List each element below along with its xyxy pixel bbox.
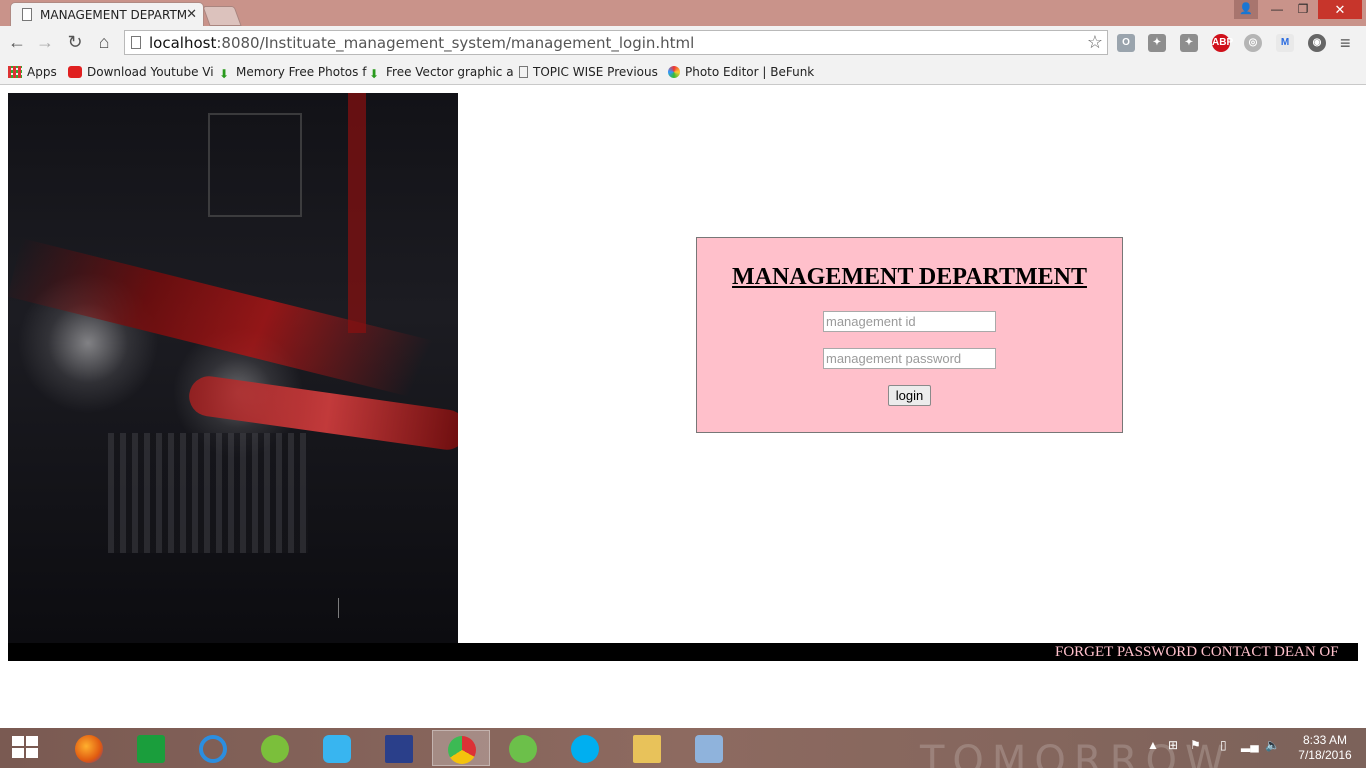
login-heading: MANAGEMENT DEPARTMENT <box>732 264 1087 290</box>
skype-icon <box>571 735 599 763</box>
back-icon[interactable]: ← <box>6 31 28 53</box>
clock-date: 7/18/2016 <box>1298 748 1352 762</box>
apps-grid-icon <box>8 66 22 78</box>
tab-title: MANAGEMENT DEPARTMENT <box>40 8 186 22</box>
circle-extension-icon[interactable]: ◎ <box>1244 34 1262 52</box>
url-text: localhost:8080/Instituate_management_sys… <box>149 34 695 52</box>
taskbar-utorrent[interactable] <box>494 730 552 766</box>
taskbar-file-explorer[interactable] <box>618 730 676 766</box>
page-info-icon[interactable] <box>131 36 141 49</box>
internet-explorer-icon <box>199 735 227 763</box>
utorrent-icon <box>509 735 537 763</box>
close-window-button[interactable]: ✕ <box>1318 0 1362 19</box>
login-button[interactable]: login <box>888 385 931 406</box>
browser-titlebar: MANAGEMENT DEPARTMENT ✕ 👤 — ❐ ✕ <box>0 0 1366 27</box>
windows-tray-icon[interactable]: ⊞ <box>1168 738 1178 752</box>
puzzle-extension-icon-2[interactable]: ✦ <box>1180 34 1198 52</box>
download-arrow-icon: ⬇ <box>369 67 380 81</box>
bookmark-topic-wise[interactable]: TOPIC WISE Previous <box>519 63 658 81</box>
management-password-input[interactable] <box>823 348 996 369</box>
login-form: MANAGEMENT DEPARTMENT login <box>696 237 1123 433</box>
clock-time: 8:33 AM <box>1302 733 1348 747</box>
volume-icon[interactable]: 🔈 <box>1265 738 1280 752</box>
taskbar-chrome[interactable] <box>432 730 490 766</box>
taskbar-internet-explorer[interactable] <box>184 730 242 766</box>
forward-icon[interactable]: → <box>34 31 56 53</box>
network-icon[interactable]: ▂▄ <box>1241 738 1259 752</box>
restore-button[interactable]: ❐ <box>1290 0 1316 19</box>
android-studio-icon <box>261 735 289 763</box>
battery-icon[interactable]: ▯ <box>1220 738 1227 752</box>
chrome-menu-icon[interactable]: ≡ <box>1340 33 1356 54</box>
youtube-icon <box>68 66 82 78</box>
address-bar[interactable]: localhost:8080/Instituate_management_sys… <box>124 30 1108 55</box>
taskbar-firefox[interactable] <box>60 730 118 766</box>
reload-icon[interactable]: ↻ <box>64 31 86 53</box>
home-icon[interactable]: ⌂ <box>93 31 115 53</box>
bookmark-befunky[interactable]: Photo Editor | BeFunk <box>668 63 814 81</box>
bookmark-memory-free-photos[interactable]: ⬇ Memory Free Photos f <box>219 63 366 81</box>
taskbar-android-studio[interactable] <box>246 730 304 766</box>
shareit-icon <box>323 735 351 763</box>
download-arrow-icon: ⬇ <box>219 67 230 81</box>
adblock-plus-icon[interactable]: ABP <box>1212 34 1233 52</box>
page-icon <box>22 8 32 21</box>
bookmark-apps[interactable]: Apps <box>8 63 57 81</box>
new-tab-button[interactable] <box>202 6 242 26</box>
puzzle-extension-icon[interactable]: ✦ <box>1148 34 1166 52</box>
taskbar-devcpp[interactable] <box>370 730 428 766</box>
minimize-button[interactable]: — <box>1264 0 1290 19</box>
taskbar-store[interactable] <box>122 730 180 766</box>
close-tab-icon[interactable]: ✕ <box>186 6 197 22</box>
bookmarks-bar: Apps Download Youtube Vi ⬇ Memory Free Ph… <box>0 60 1366 85</box>
windows-taskbar: TOMORROW ▲ ⊞ ⚑ ▯ ▂▄ 🔈 8:33 AM 7/18/2016 <box>0 728 1366 784</box>
bookmark-star-icon[interactable]: ☆ <box>1087 32 1103 53</box>
wallpaper-text: TOMORROW <box>920 738 1233 784</box>
show-hidden-icons[interactable]: ▲ <box>1147 738 1159 752</box>
action-center-flag-icon[interactable]: ⚑ <box>1190 738 1201 752</box>
taskbar-shareit[interactable] <box>308 730 366 766</box>
taskbar-skype[interactable] <box>556 730 614 766</box>
bookmark-youtube[interactable]: Download Youtube Vi <box>68 63 214 81</box>
forget-password-marquee: FORGET PASSWORD CONTACT DEAN OF <box>1055 644 1339 660</box>
gmail-icon[interactable]: M <box>1276 34 1294 52</box>
browser-tab[interactable]: MANAGEMENT DEPARTMENT ✕ <box>10 2 204 27</box>
store-icon <box>137 735 165 763</box>
browser-toolbar: ← → ↻ ⌂ localhost:8080/Instituate_manage… <box>0 26 1366 60</box>
office-extension-icon[interactable]: O <box>1117 34 1135 52</box>
film-reel-icon[interactable]: ◉ <box>1308 34 1326 52</box>
bookmark-free-vector[interactable]: ⬇ Free Vector graphic a <box>369 63 514 81</box>
management-id-input[interactable] <box>823 311 996 332</box>
firefox-icon <box>75 735 103 763</box>
befunky-icon <box>668 66 680 78</box>
virtualbox-icon <box>695 735 723 763</box>
start-button[interactable] <box>12 736 40 760</box>
page-content: MANAGEMENT DEPARTMENT login FORGET PASSW… <box>0 85 1366 728</box>
taskbar-virtualbox[interactable] <box>680 730 738 766</box>
chrome-icon <box>448 736 476 764</box>
user-profile-icon[interactable]: 👤 <box>1234 0 1258 19</box>
system-clock[interactable]: 8:33 AM 7/18/2016 <box>1290 733 1360 763</box>
devcpp-icon <box>385 735 413 763</box>
folder-icon <box>633 735 661 763</box>
hero-graphics-card-image <box>8 93 458 643</box>
page-icon <box>519 66 528 78</box>
windows-logo-icon <box>12 736 24 746</box>
footer-marquee-bar: FORGET PASSWORD CONTACT DEAN OF <box>8 643 1358 661</box>
